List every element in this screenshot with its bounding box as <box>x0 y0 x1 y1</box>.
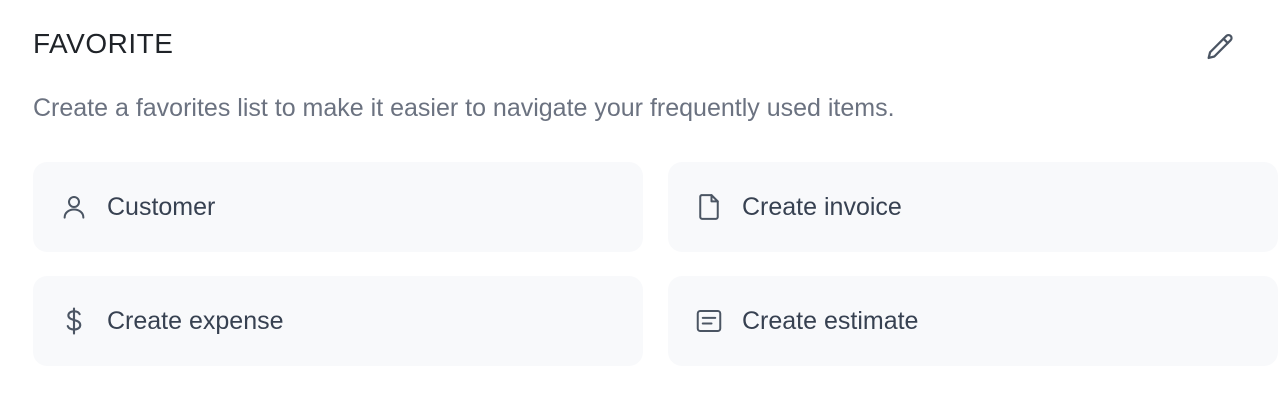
document-icon <box>694 192 724 222</box>
section-description: Create a favorites list to make it easie… <box>33 94 895 122</box>
favorite-label: Create estimate <box>742 306 919 335</box>
favorite-create-estimate[interactable]: Create estimate <box>668 276 1278 366</box>
favorite-create-invoice[interactable]: Create invoice <box>668 162 1278 252</box>
user-icon <box>59 192 89 222</box>
pencil-icon <box>1207 33 1233 60</box>
dollar-icon <box>59 306 89 336</box>
estimate-icon <box>694 306 724 336</box>
edit-favorites-button[interactable] <box>1200 28 1240 68</box>
favorite-label: Create expense <box>107 306 284 335</box>
favorite-create-expense[interactable]: Create expense <box>33 276 643 366</box>
favorites-panel: FAVORITE Create a favorites list to make… <box>0 0 1286 400</box>
section-title: FAVORITE <box>33 28 174 59</box>
favorite-customer[interactable]: Customer <box>33 162 643 252</box>
favorite-label: Create invoice <box>742 192 902 221</box>
favorite-label: Customer <box>107 192 216 221</box>
favorites-grid: Customer Create invoice Create expense C… <box>33 162 1286 366</box>
